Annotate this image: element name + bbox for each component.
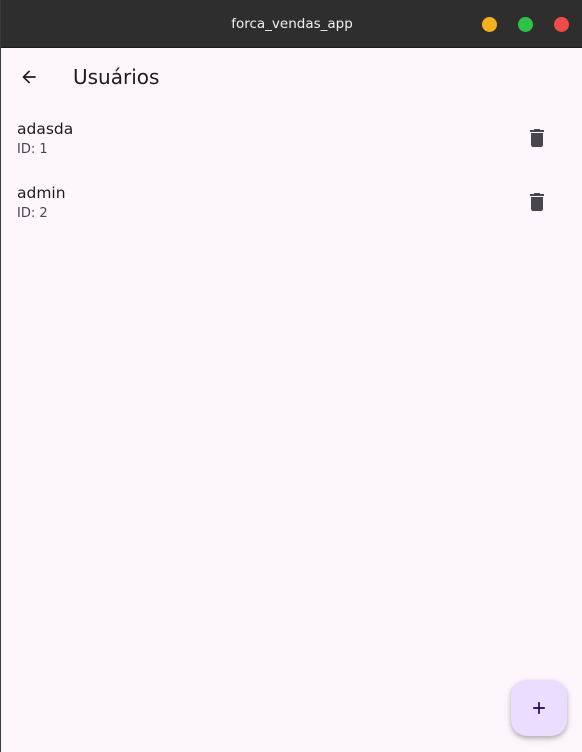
- user-list-item[interactable]: adasda ID: 1: [1, 110, 582, 174]
- app-bar: Usuários: [1, 48, 582, 106]
- delete-icon: [530, 193, 544, 211]
- window-close-button[interactable]: [554, 17, 569, 32]
- window-maximize-button[interactable]: [518, 17, 533, 32]
- user-name: adasda: [17, 120, 74, 138]
- users-list: adasda ID: 1 admin ID: 2: [1, 110, 582, 238]
- add-icon: [533, 702, 545, 714]
- back-button[interactable]: [9, 57, 49, 97]
- window-minimize-button[interactable]: [482, 17, 497, 32]
- delete-user-button[interactable]: [517, 182, 557, 222]
- user-name: admin: [17, 184, 66, 202]
- window-titlebar[interactable]: forca_vendas_app: [1, 0, 582, 48]
- app-window: forca_vendas_app Usuários adasda ID: 1 a…: [0, 0, 582, 752]
- user-id: ID: 2: [17, 206, 48, 221]
- arrow-back-icon: [22, 70, 36, 84]
- delete-user-button[interactable]: [517, 118, 557, 158]
- delete-icon: [530, 129, 544, 147]
- user-id: ID: 1: [17, 142, 48, 157]
- add-user-button[interactable]: [511, 680, 567, 736]
- page-title: Usuários: [73, 65, 160, 89]
- user-list-item[interactable]: admin ID: 2: [1, 174, 582, 238]
